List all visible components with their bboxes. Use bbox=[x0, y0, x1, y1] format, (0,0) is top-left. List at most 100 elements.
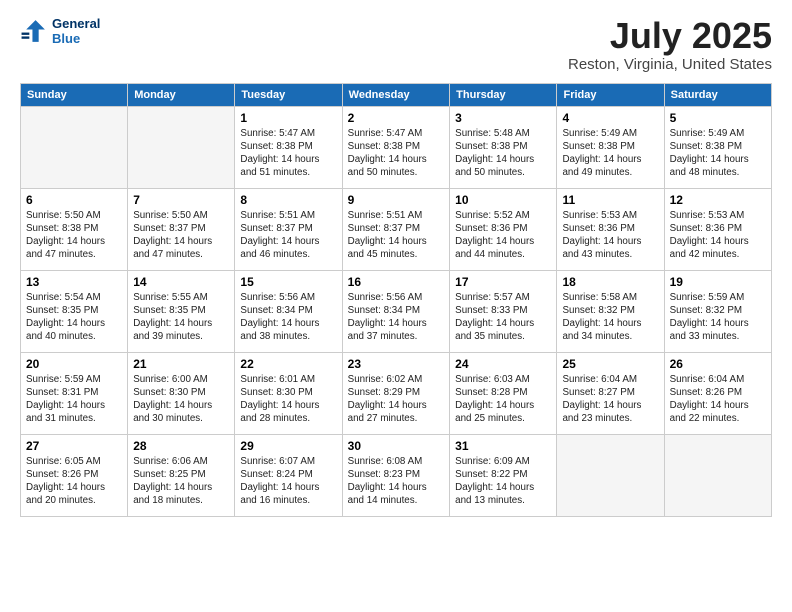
daylight: Daylight: 14 hours and 37 minutes. bbox=[348, 318, 427, 342]
calendar-cell: 30Sunrise: 6:08 AMSunset: 8:23 PMDayligh… bbox=[342, 434, 450, 516]
daylight: Daylight: 14 hours and 38 minutes. bbox=[240, 318, 319, 342]
calendar-cell: 28Sunrise: 6:06 AMSunset: 8:25 PMDayligh… bbox=[128, 434, 235, 516]
day-info: Sunrise: 6:09 AMSunset: 8:22 PMDaylight:… bbox=[455, 455, 551, 508]
day-number: 13 bbox=[26, 275, 122, 289]
calendar-cell: 12Sunrise: 5:53 AMSunset: 8:36 PMDayligh… bbox=[664, 188, 771, 270]
calendar-cell: 4Sunrise: 5:49 AMSunset: 8:38 PMDaylight… bbox=[557, 106, 664, 188]
daylight: Daylight: 14 hours and 28 minutes. bbox=[240, 400, 319, 424]
sunset: Sunset: 8:38 PM bbox=[348, 141, 420, 152]
daylight: Daylight: 14 hours and 23 minutes. bbox=[562, 400, 641, 424]
daylight: Daylight: 14 hours and 31 minutes. bbox=[26, 400, 105, 424]
sunset: Sunset: 8:36 PM bbox=[562, 223, 634, 234]
day-info: Sunrise: 5:59 AMSunset: 8:31 PMDaylight:… bbox=[26, 373, 122, 426]
sunrise: Sunrise: 5:49 AM bbox=[562, 128, 637, 139]
day-number: 11 bbox=[562, 193, 658, 207]
sunrise: Sunrise: 6:01 AM bbox=[240, 374, 315, 385]
day-number: 3 bbox=[455, 111, 551, 125]
sunrise: Sunrise: 5:52 AM bbox=[455, 210, 530, 221]
daylight: Daylight: 14 hours and 45 minutes. bbox=[348, 236, 427, 260]
calendar-cell: 1 Sunrise: 5:47 AMSunset: 8:38 PMDaylight… bbox=[235, 106, 342, 188]
sunrise: Sunrise: 6:07 AM bbox=[240, 456, 315, 467]
day-number: 24 bbox=[455, 357, 551, 371]
calendar-cell: 6 Sunrise: 5:50 AMSunset: 8:38 PMDaylight… bbox=[21, 188, 128, 270]
calendar-cell bbox=[128, 106, 235, 188]
calendar-cell: 16 Sunrise: 5:56 AM Sunset: 8:34 PM Dayligh… bbox=[342, 270, 450, 352]
day-info: Sunrise: 5:49 AMSunset: 8:38 PMDaylight:… bbox=[670, 127, 766, 180]
calendar-cell bbox=[557, 434, 664, 516]
calendar-cell: 27 Sunrise: 6:05 AMSunset: 8:26 PMDayligh… bbox=[21, 434, 128, 516]
day-number: 30 bbox=[348, 439, 445, 453]
sunrise: Sunrise: 6:02 AM bbox=[348, 374, 423, 385]
day-number: 31 bbox=[455, 439, 551, 453]
sunset: Sunset: 8:32 PM bbox=[670, 305, 742, 316]
daylight: Daylight: 14 hours and 50 minutes. bbox=[348, 154, 427, 178]
sunrise: Sunrise: 5:53 AM bbox=[670, 210, 745, 221]
col-wednesday: Wednesday bbox=[342, 83, 450, 106]
daylight: Daylight: 14 hours and 27 minutes. bbox=[348, 400, 427, 424]
calendar: Sunday Monday Tuesday Wednesday Thursday… bbox=[20, 83, 772, 517]
sunrise: Sunrise: 6:00 AM bbox=[133, 374, 208, 385]
day-info: Sunrise: 6:05 AMSunset: 8:26 PMDaylight:… bbox=[26, 455, 122, 508]
logo-icon bbox=[20, 17, 48, 45]
daylight: Daylight: 14 hours and 25 minutes. bbox=[455, 400, 534, 424]
day-info: Sunrise: 5:55 AMSunset: 8:35 PMDaylight:… bbox=[133, 291, 229, 344]
day-info: Sunrise: 5:50 AMSunset: 8:37 PMDaylight:… bbox=[133, 209, 229, 262]
day-number: 16 bbox=[348, 275, 445, 289]
sunset: Sunset: 8:38 PM bbox=[455, 141, 527, 152]
sunrise: Sunrise: 5:56 AM bbox=[348, 292, 423, 303]
header: General Blue July 2025 Reston, Virginia,… bbox=[20, 16, 772, 73]
sunset: Sunset: 8:37 PM bbox=[133, 223, 205, 234]
calendar-cell: 8Sunrise: 5:51 AMSunset: 8:37 PMDaylight… bbox=[235, 188, 342, 270]
sunrise: Sunrise: 5:47 AM bbox=[348, 128, 423, 139]
day-info: Sunrise: 5:54 AMSunset: 8:35 PMDaylight:… bbox=[26, 291, 122, 344]
daylight: Daylight: 14 hours and 47 minutes. bbox=[26, 236, 105, 260]
day-info: Sunrise: 5:52 AMSunset: 8:36 PMDaylight:… bbox=[455, 209, 551, 262]
calendar-cell: 13 Sunrise: 5:54 AMSunset: 8:35 PMDayligh… bbox=[21, 270, 128, 352]
sunset: Sunset: 8:34 PM bbox=[240, 305, 312, 316]
day-info: Sunrise: 5:47 AMSunset: 8:38 PMDaylight:… bbox=[240, 127, 336, 180]
day-number: 2 bbox=[348, 111, 445, 125]
calendar-cell: 31 Sunrise: 6:09 AMSunset: 8:22 PMDayligh… bbox=[450, 434, 557, 516]
day-info: Sunrise: 5:51 AMSunset: 8:37 PMDaylight:… bbox=[348, 209, 445, 262]
sunset: Sunset: 8:36 PM bbox=[670, 223, 742, 234]
sunrise: Sunrise: 5:56 AM bbox=[240, 292, 315, 303]
sunrise: Sunrise: 5:59 AM bbox=[670, 292, 745, 303]
calendar-cell bbox=[21, 106, 128, 188]
daylight: Daylight: 14 hours and 48 minutes. bbox=[670, 154, 749, 178]
day-info: Sunrise: 5:53 AMSunset: 8:36 PMDaylight:… bbox=[562, 209, 658, 262]
col-sunday: Sunday bbox=[21, 83, 128, 106]
sunset: Sunset: 8:32 PM bbox=[562, 305, 634, 316]
calendar-cell: 19Sunrise: 5:59 AMSunset: 8:32 PMDayligh… bbox=[664, 270, 771, 352]
day-number: 15 bbox=[240, 275, 336, 289]
calendar-cell: 10Sunrise: 5:52 AMSunset: 8:36 PMDayligh… bbox=[450, 188, 557, 270]
sunset: Sunset: 8:23 PM bbox=[348, 469, 420, 480]
location: Reston, Virginia, United States bbox=[568, 56, 772, 73]
sunrise: Sunrise: 5:47 AM bbox=[240, 128, 315, 139]
daylight: Daylight: 14 hours and 44 minutes. bbox=[455, 236, 534, 260]
sunset: Sunset: 8:28 PM bbox=[455, 387, 527, 398]
calendar-cell: 22Sunrise: 6:01 AMSunset: 8:30 PMDayligh… bbox=[235, 352, 342, 434]
daylight: Daylight: 14 hours and 33 minutes. bbox=[670, 318, 749, 342]
day-number: 6 bbox=[26, 193, 122, 207]
day-number: 22 bbox=[240, 357, 336, 371]
sunset: Sunset: 8:34 PM bbox=[348, 305, 420, 316]
daylight: Daylight: 14 hours and 49 minutes. bbox=[562, 154, 641, 178]
sunset: Sunset: 8:29 PM bbox=[348, 387, 420, 398]
calendar-cell: 20Sunrise: 5:59 AMSunset: 8:31 PMDayligh… bbox=[21, 352, 128, 434]
day-info: Sunrise: 5:47 AM Sunset: 8:38 PM Daylight:… bbox=[348, 127, 445, 180]
day-number: 28 bbox=[133, 439, 229, 453]
calendar-cell: 23Sunrise: 6:02 AMSunset: 8:29 PMDayligh… bbox=[342, 352, 450, 434]
day-number: 1 bbox=[240, 111, 336, 125]
logo: General Blue bbox=[20, 16, 100, 46]
sunset: Sunset: 8:37 PM bbox=[348, 223, 420, 234]
calendar-cell: 15 Sunrise: 5:56 AM Sunset: 8:34 PM Dayligh… bbox=[235, 270, 342, 352]
sunset: Sunset: 8:38 PM bbox=[26, 223, 98, 234]
day-number: 21 bbox=[133, 357, 229, 371]
day-number: 27 bbox=[26, 439, 122, 453]
day-info: Sunrise: 5:50 AMSunset: 8:38 PMDaylight:… bbox=[26, 209, 122, 262]
logo-text: General Blue bbox=[52, 16, 100, 46]
day-number: 26 bbox=[670, 357, 766, 371]
day-info: Sunrise: 5:49 AMSunset: 8:38 PMDaylight:… bbox=[562, 127, 658, 180]
week-row-5: 27 Sunrise: 6:05 AMSunset: 8:26 PMDayligh… bbox=[21, 434, 772, 516]
calendar-cell: 9Sunrise: 5:51 AMSunset: 8:37 PMDaylight… bbox=[342, 188, 450, 270]
